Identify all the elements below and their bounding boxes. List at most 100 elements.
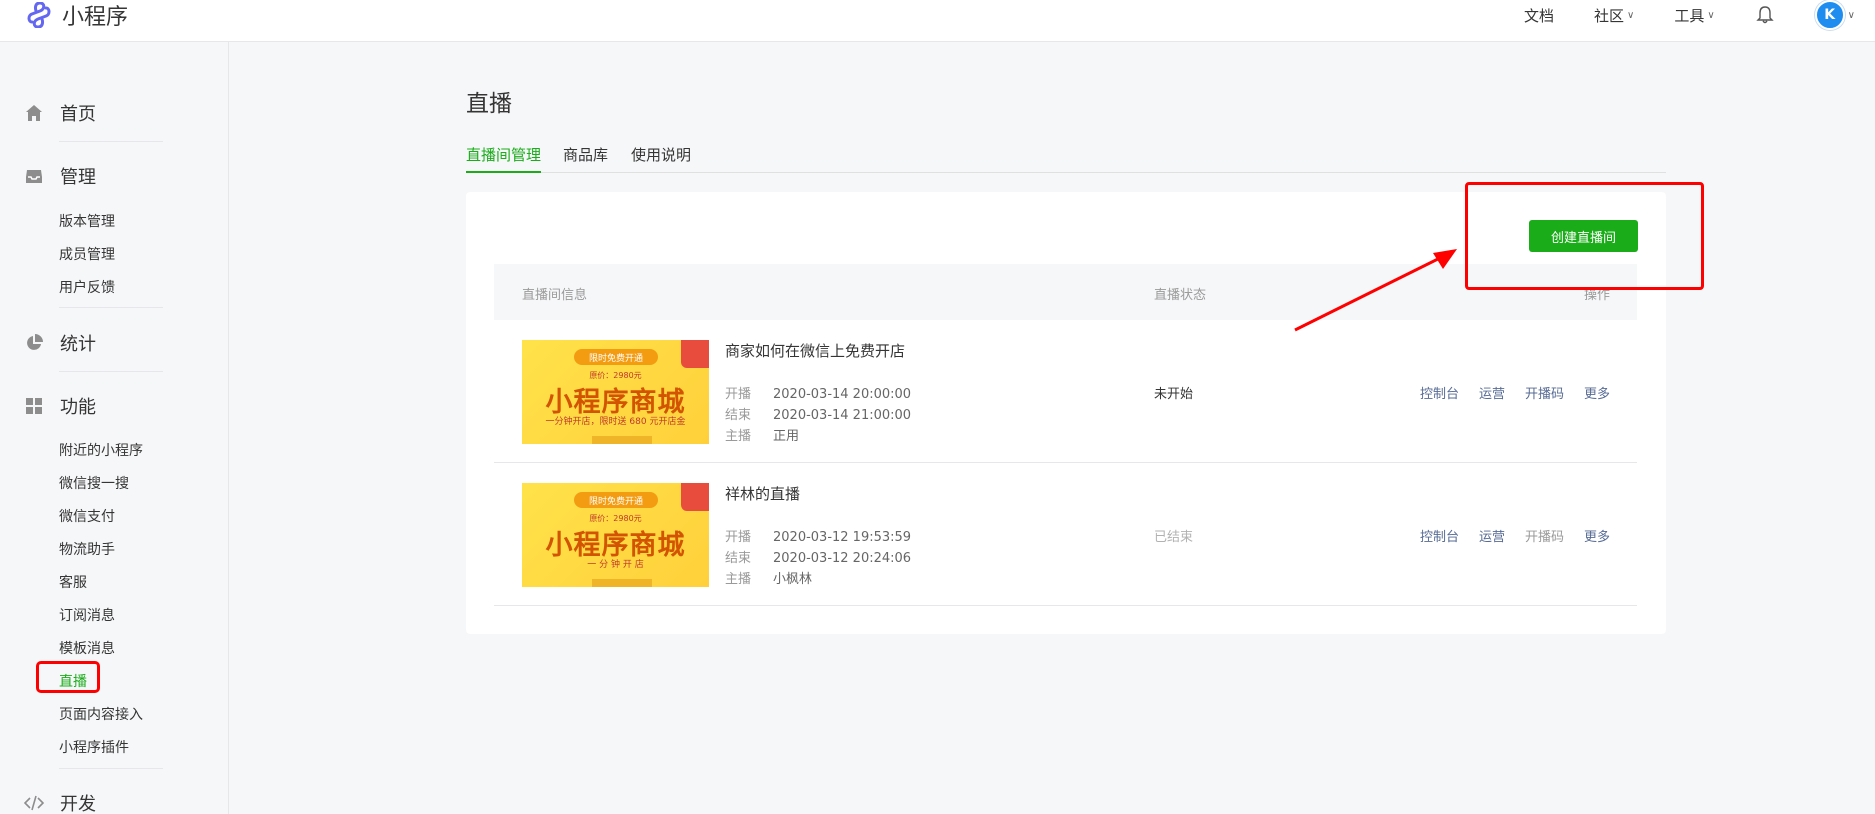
notifications-button[interactable] [1755, 5, 1775, 25]
meta-value: 2020-03-14 20:00:00 [773, 387, 912, 402]
operations-link[interactable]: 运营 [1479, 526, 1505, 545]
sidebar-item-dev[interactable]: 开发 [24, 790, 96, 814]
app-logo[interactable]: 小程序 [26, 0, 128, 30]
live-room-cover-image[interactable]: 限时免费开通 原价：2980元 小程序商城 一 分 钟 开 店 [522, 483, 709, 587]
row-actions: 控制台 运营 开播码 更多 [1400, 383, 1610, 402]
sidebar-item-home[interactable]: 首页 [24, 100, 96, 126]
live-code-link[interactable]: 开播码 [1525, 526, 1564, 545]
meta-value: 2020-03-12 19:53:59 [773, 530, 912, 545]
chevron-down-icon: ∨ [1847, 9, 1855, 21]
sidebar-item-version[interactable]: 版本管理 [59, 211, 115, 231]
sidebar-item-logistics[interactable]: 物流助手 [59, 539, 115, 559]
chevron-down-icon: ∨ [1627, 9, 1635, 21]
start-time: 开播 2020-03-12 19:53:59 [725, 526, 911, 545]
sidebar-item-template[interactable]: 模板消息 [59, 638, 115, 658]
tab-live-room-management[interactable]: 直播间管理 [466, 144, 541, 165]
sidebar-item-features[interactable]: 功能 [24, 393, 96, 419]
sidebar-item-members[interactable]: 成员管理 [59, 244, 115, 264]
code-icon [24, 795, 44, 811]
end-time: 结束 2020-03-12 20:24:06 [725, 547, 911, 566]
user-menu[interactable]: K ∨ [1814, 0, 1855, 30]
operations-link[interactable]: 运营 [1479, 383, 1505, 402]
tab-instructions[interactable]: 使用说明 [631, 144, 691, 165]
nav-tools-label: 工具 [1674, 6, 1705, 25]
console-link[interactable]: 控制台 [1420, 526, 1459, 545]
host: 主播 小枫林 [725, 568, 812, 587]
column-header-status: 直播状态 [1154, 288, 1207, 303]
meta-value: 正用 [773, 429, 800, 444]
sidebar-item-label: 统计 [60, 334, 96, 355]
divider [59, 141, 163, 142]
console-link[interactable]: 控制台 [1420, 383, 1459, 402]
chevron-down-icon: ∨ [1707, 9, 1715, 21]
top-nav: 文档 社区 ∨ 工具 ∨ K ∨ [1484, 0, 1855, 30]
meta-label: 主播 [725, 572, 752, 587]
tab-label: 直播间管理 [466, 146, 542, 164]
top-bar: 小程序 文档 社区 ∨ 工具 ∨ K ∨ [0, 0, 1875, 42]
sidebar-item-nearby[interactable]: 附近的小程序 [59, 440, 143, 460]
divider [59, 307, 163, 308]
sidebar-item-service[interactable]: 客服 [59, 572, 87, 592]
nav-docs[interactable]: 文档 [1524, 5, 1554, 26]
sidebar-item-feedback[interactable]: 用户反馈 [59, 277, 115, 297]
cover-decoration [592, 436, 652, 444]
tag-badge-icon [681, 340, 709, 368]
table-row: 限时免费开通 原价：2980元 小程序商城 一分钟开店，限时送 680 元开店金… [494, 320, 1637, 463]
more-link[interactable]: 更多 [1584, 383, 1610, 402]
nav-community-label: 社区 [1593, 6, 1624, 25]
cover-pill: 限时免费开通 [574, 349, 658, 365]
inbox-icon [26, 170, 42, 183]
meta-label: 开播 [725, 530, 752, 545]
host: 主播 正用 [725, 425, 799, 444]
live-room-cover-image[interactable]: 限时免费开通 原价：2980元 小程序商城 一分钟开店，限时送 680 元开店金 [522, 340, 709, 444]
cover-decoration [592, 579, 652, 587]
tab-bar: 直播间管理 商品库 使用说明 [466, 140, 1666, 173]
home-icon [26, 105, 42, 121]
meta-value: 2020-03-14 21:00:00 [773, 408, 912, 423]
meta-label: 结束 [725, 408, 752, 423]
annotation-highlight-box [1465, 182, 1704, 290]
annotation-highlight-box [36, 661, 100, 693]
sidebar-item-stats[interactable]: 统计 [24, 330, 96, 356]
sidebar-item-pay[interactable]: 微信支付 [59, 506, 115, 526]
avatar: K [1814, 0, 1845, 30]
page-title: 直播 [466, 91, 512, 117]
cover-slogan: 一分钟开店，限时送 680 元开店金 [545, 417, 686, 427]
nav-community[interactable]: 社区 ∨ [1594, 5, 1634, 26]
cover-pill: 限时免费开通 [574, 492, 658, 508]
meta-label: 开播 [725, 387, 752, 402]
sidebar-item-search[interactable]: 微信搜一搜 [59, 473, 129, 493]
pie-chart-icon [27, 334, 43, 350]
status-text: 已结束 [1154, 530, 1194, 545]
meta-label: 主播 [725, 429, 752, 444]
end-time: 结束 2020-03-14 21:00:00 [725, 404, 911, 423]
sidebar-item-label: 首页 [60, 104, 96, 125]
column-header-info: 直播间信息 [522, 288, 588, 303]
nav-tools[interactable]: 工具 ∨ [1674, 5, 1714, 26]
sidebar-item-label: 管理 [60, 167, 96, 188]
live-room-title: 祥林的直播 [725, 485, 801, 503]
live-room-title: 商家如何在微信上免费开店 [725, 342, 906, 360]
tab-product-library[interactable]: 商品库 [563, 144, 608, 165]
grid-icon [26, 398, 42, 414]
row-actions: 控制台 运营 开播码 更多 [1400, 526, 1610, 545]
more-link[interactable]: 更多 [1584, 526, 1610, 545]
divider [59, 371, 163, 372]
meta-label: 结束 [725, 551, 752, 566]
divider [59, 768, 163, 769]
start-time: 开播 2020-03-14 20:00:00 [725, 383, 911, 402]
app-title: 小程序 [62, 5, 129, 30]
live-code-link[interactable]: 开播码 [1525, 383, 1564, 402]
cover-slogan: 一 分 钟 开 店 [587, 560, 644, 570]
sidebar-item-plugins[interactable]: 小程序插件 [59, 737, 129, 757]
sidebar-item-manage[interactable]: 管理 [24, 163, 96, 189]
table-row: 限时免费开通 原价：2980元 小程序商城 一 分 钟 开 店 祥林的直播 开播… [494, 463, 1637, 606]
sidebar-item-label: 功能 [60, 397, 96, 418]
tab-active-indicator [466, 171, 541, 173]
sidebar-item-page-content[interactable]: 页面内容接入 [59, 704, 143, 724]
sidebar-item-label: 开发 [60, 794, 96, 814]
status-text: 未开始 [1154, 387, 1194, 402]
sidebar-item-subscribe[interactable]: 订阅消息 [59, 605, 115, 625]
meta-value: 小枫林 [773, 572, 813, 587]
meta-value: 2020-03-12 20:24:06 [773, 551, 912, 566]
